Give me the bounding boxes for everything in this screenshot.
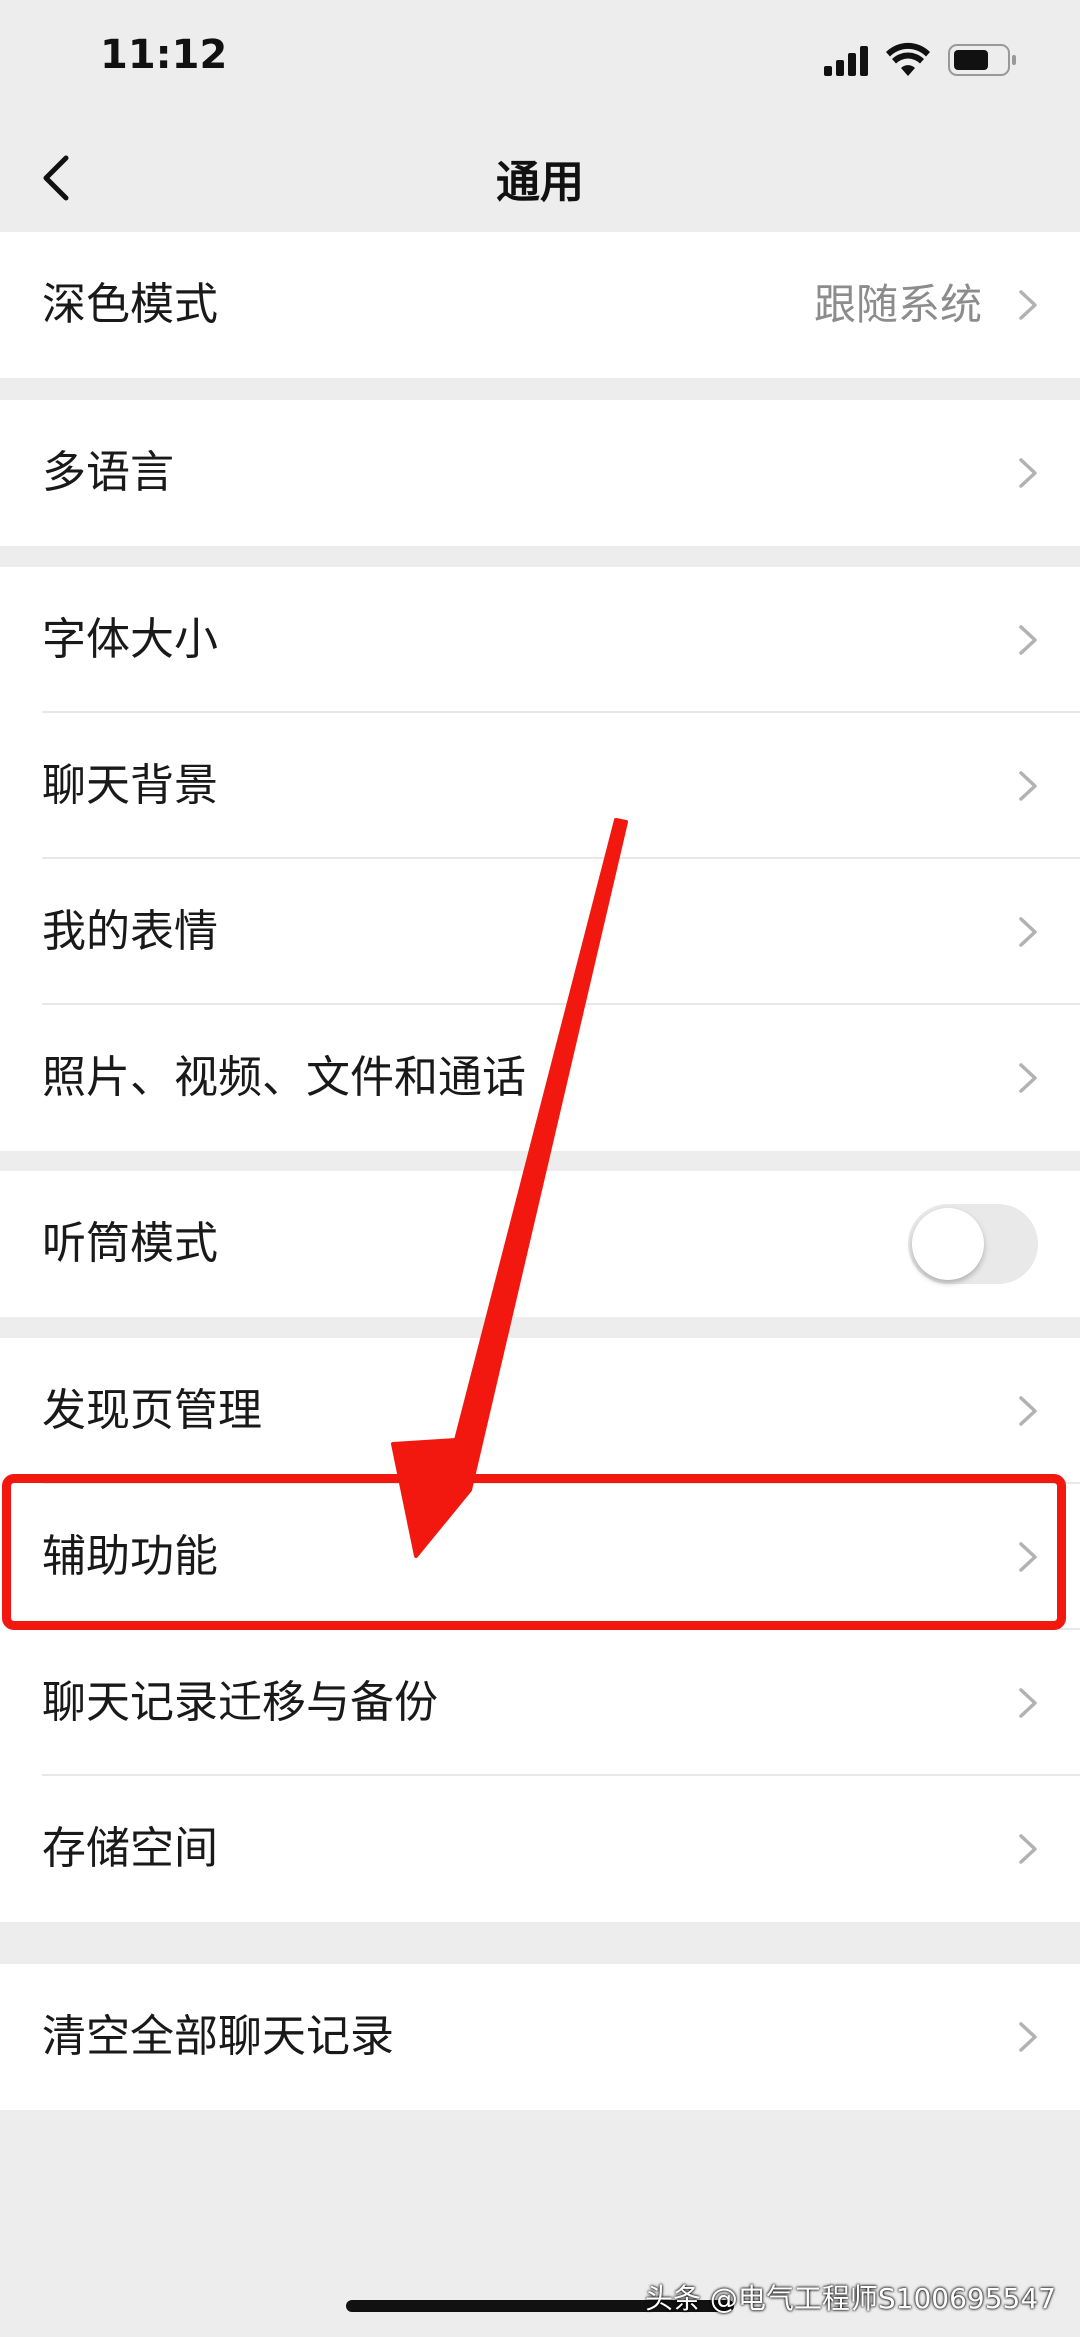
chevron-right-icon [1019, 625, 1037, 655]
row-label: 深色模式 [42, 279, 218, 330]
settings-row-font-size[interactable]: 字体大小 [0, 567, 1080, 713]
chevron-right-icon [1019, 1834, 1037, 1864]
settings-row-storage[interactable]: 存储空间 [0, 1776, 1080, 1922]
toggle-knob [912, 1208, 984, 1280]
row-label: 聊天背景 [42, 760, 218, 811]
watermark: 头条 @电气工程师S100695547 [644, 2282, 1056, 2315]
settings-row-clear-chat-history[interactable]: 清空全部聊天记录 [0, 1964, 1080, 2110]
settings-row-discover-management[interactable]: 发现页管理 [0, 1338, 1080, 1484]
settings-row-media-files-calls[interactable]: 照片、视频、文件和通话 [0, 1005, 1080, 1151]
row-label: 多语言 [42, 447, 174, 498]
row-label: 存储空间 [42, 1823, 218, 1874]
chevron-right-icon [1019, 1542, 1037, 1572]
settings-row-chat-background[interactable]: 聊天背景 [0, 713, 1080, 859]
signal-wifi-battery-icons [824, 42, 1016, 76]
earpiece-mode-toggle[interactable] [908, 1204, 1038, 1284]
settings-group-features: 发现页管理 辅助功能 聊天记录迁移与备份 存储空间 [0, 1338, 1080, 1922]
settings-row-my-stickers[interactable]: 我的表情 [0, 859, 1080, 1005]
settings-row-language[interactable]: 多语言 [0, 400, 1080, 546]
chevron-right-icon [1019, 1688, 1037, 1718]
chevron-right-icon [1019, 1063, 1037, 1093]
status-icons [824, 40, 1024, 80]
row-value: 跟随系统 [813, 280, 982, 329]
row-label: 我的表情 [42, 906, 218, 957]
chevron-right-icon [1019, 771, 1037, 801]
row-label: 照片、视频、文件和通话 [42, 1052, 526, 1103]
row-label: 辅助功能 [42, 1531, 218, 1582]
settings-row-accessibility[interactable]: 辅助功能 [0, 1484, 1080, 1630]
status-time: 11:12 [100, 32, 228, 78]
row-label: 听筒模式 [42, 1218, 218, 1269]
settings-group-chat: 字体大小 聊天背景 我的表情 照片、视频、文件和通话 [0, 567, 1080, 1151]
row-label: 发现页管理 [42, 1385, 262, 1436]
signal-icon [824, 46, 868, 76]
chevron-right-icon [1019, 458, 1037, 488]
settings-group-language: 多语言 [0, 400, 1080, 546]
chevron-right-icon [1019, 2022, 1037, 2052]
page-title: 通用 [496, 157, 584, 208]
settings-row-dark-mode[interactable]: 深色模式 跟随系统 [0, 232, 1080, 378]
status-bar: 11:12 [0, 0, 1080, 120]
battery-icon [948, 44, 1016, 76]
chevron-right-icon [1019, 1396, 1037, 1426]
settings-group-earpiece: 听筒模式 [0, 1171, 1080, 1317]
row-label: 字体大小 [42, 614, 218, 665]
chevron-right-icon [1019, 290, 1037, 320]
wifi-icon [886, 42, 930, 76]
settings-group-display: 深色模式 跟随系统 [0, 232, 1080, 378]
settings-row-chat-backup[interactable]: 聊天记录迁移与备份 [0, 1630, 1080, 1776]
row-label: 聊天记录迁移与备份 [42, 1677, 438, 1728]
nav-bar: 通用 [0, 120, 1080, 232]
row-label: 清空全部聊天记录 [42, 2011, 394, 2062]
chevron-right-icon [1019, 917, 1037, 947]
settings-row-earpiece-mode: 听筒模式 [0, 1171, 1080, 1317]
settings-group-clear: 清空全部聊天记录 [0, 1964, 1080, 2110]
